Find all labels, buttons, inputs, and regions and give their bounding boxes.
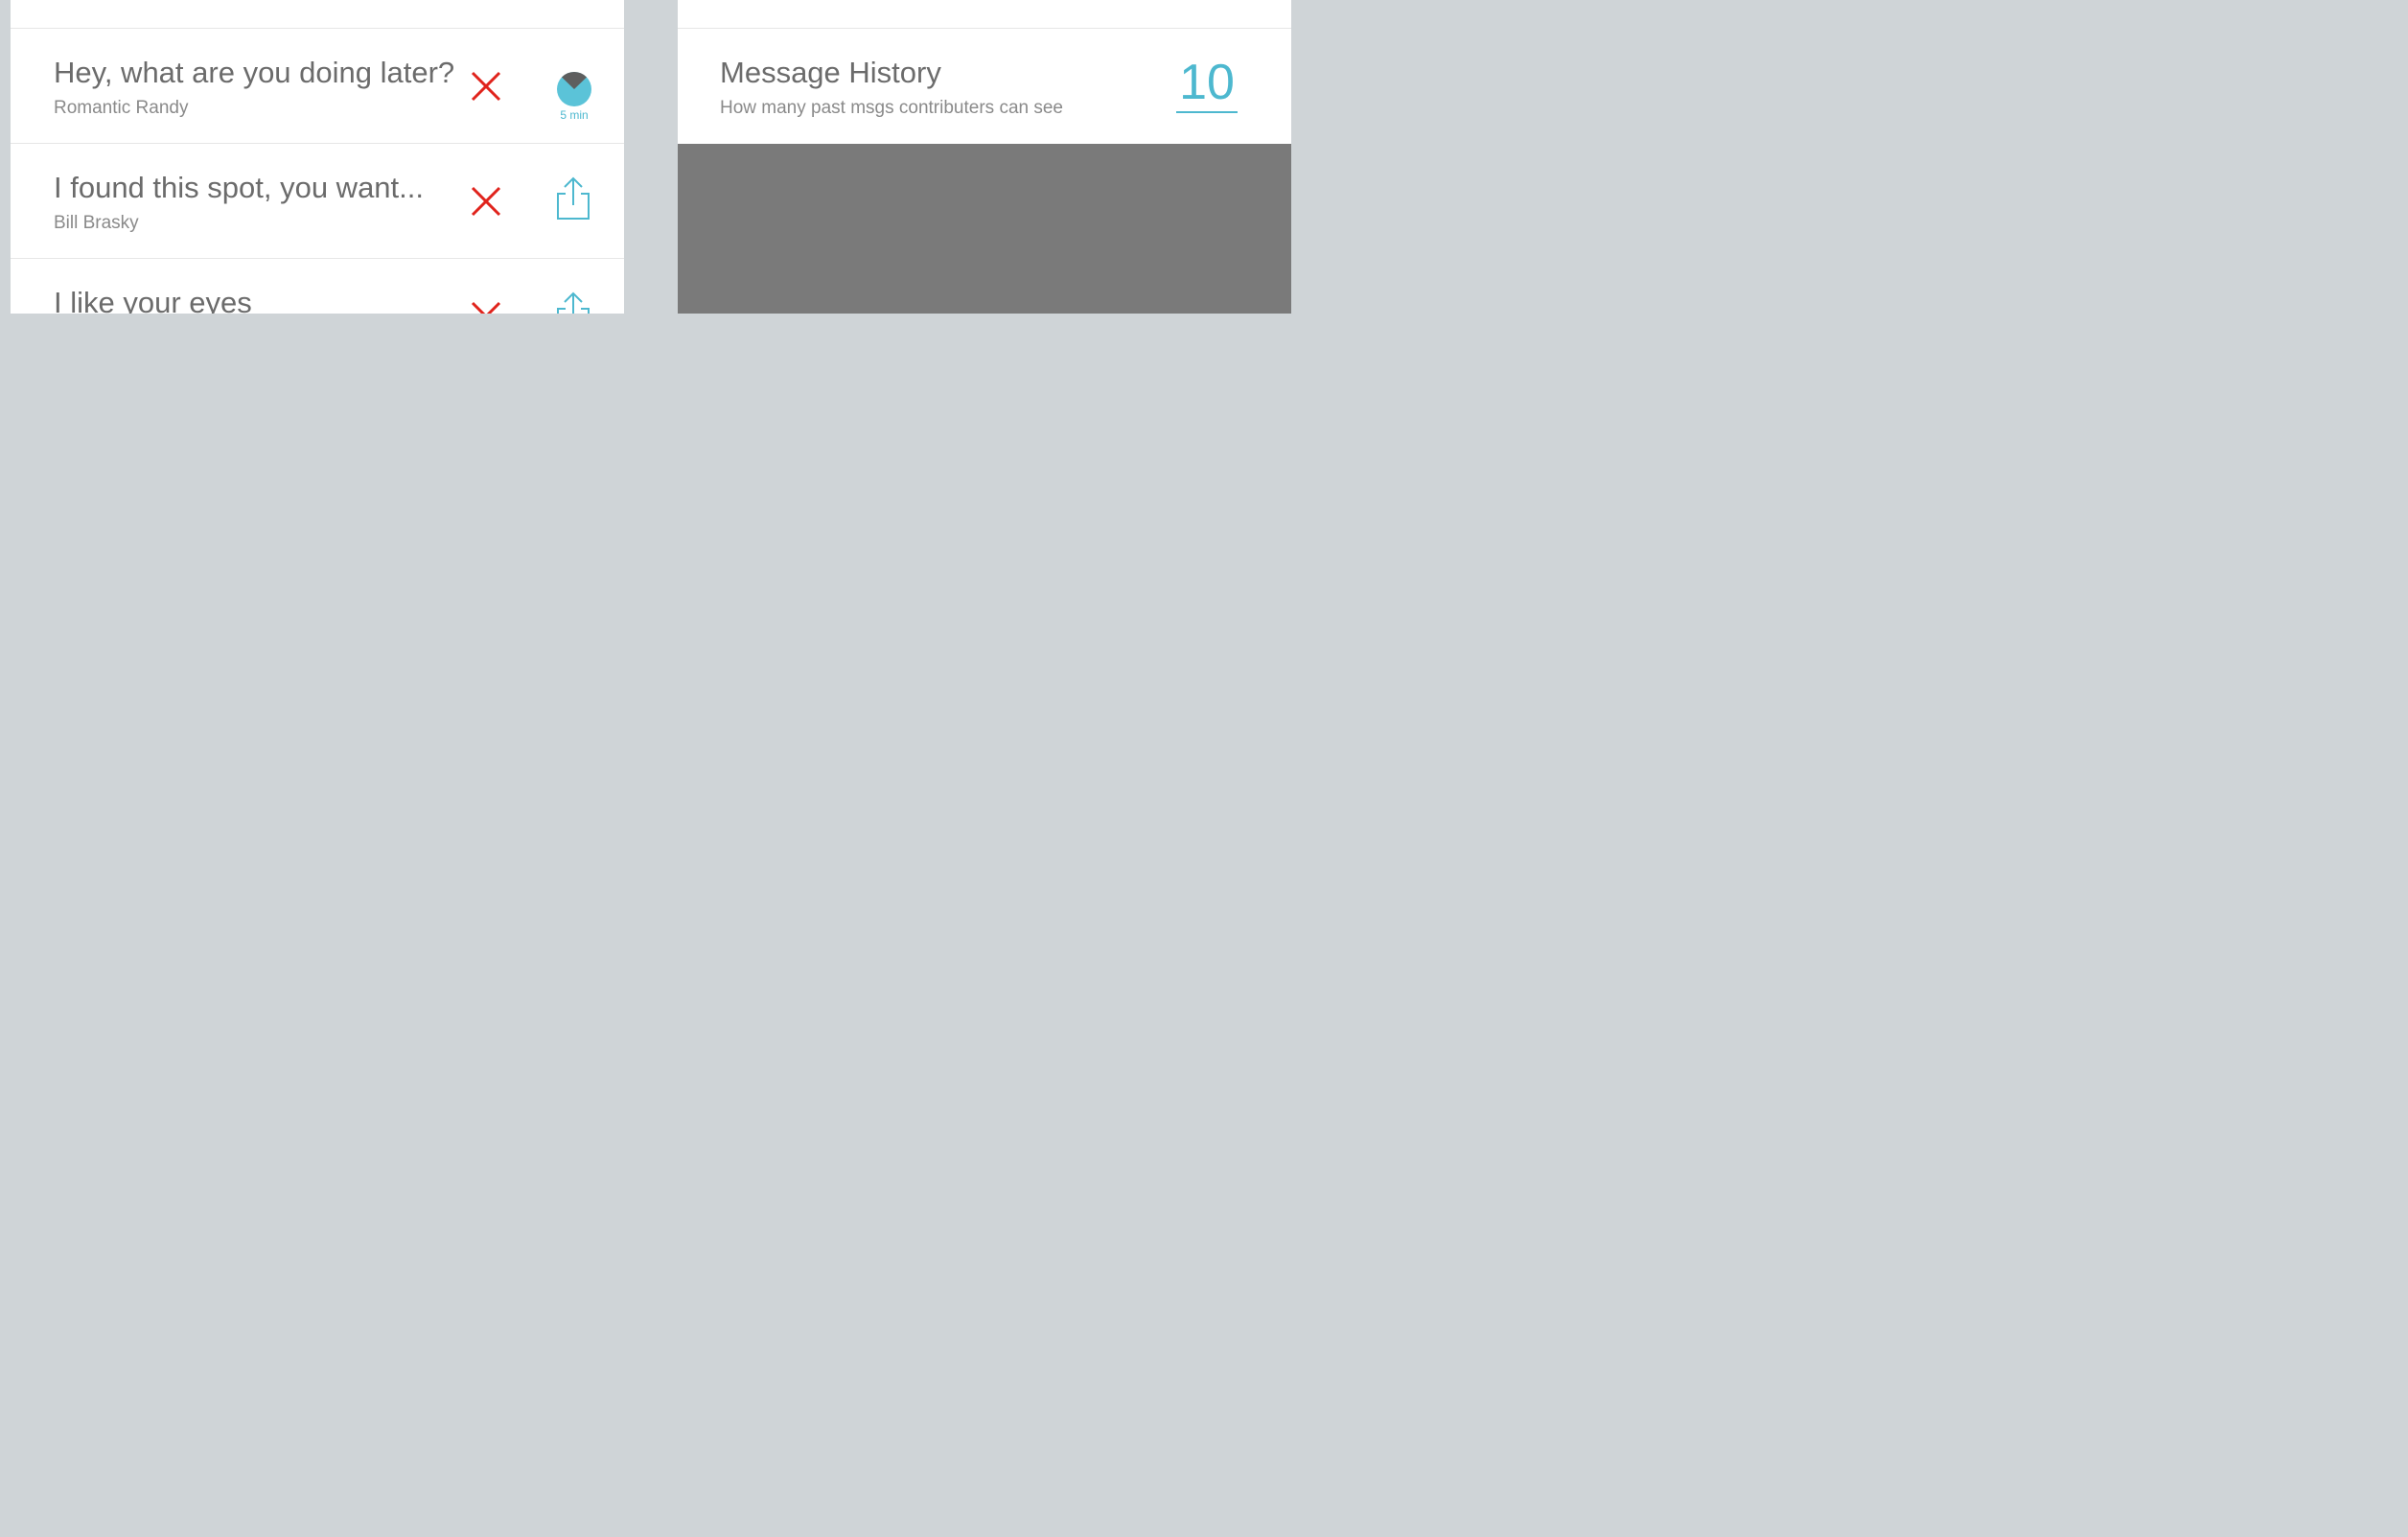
timer-label: 5 min	[560, 108, 589, 122]
message-sender: Bill Brasky	[54, 213, 139, 233]
share-icon	[557, 176, 590, 220]
message-title: I like your eyes	[54, 286, 252, 314]
list-item[interactable]: I like your eyes	[11, 258, 624, 314]
share-button[interactable]	[552, 176, 594, 222]
close-icon	[471, 71, 501, 102]
close-icon	[471, 301, 501, 314]
message-history-setting: Message History How many past msgs contr…	[678, 28, 1291, 144]
message-list-panel: Hey, what are you doing later? Romantic …	[11, 0, 624, 314]
setting-title: Message History	[720, 56, 941, 89]
timer-button[interactable]: 5 min	[547, 71, 601, 128]
settings-panel: Message History How many past msgs contr…	[678, 0, 1291, 314]
dimmed-overlay	[678, 144, 1291, 314]
timer-icon	[557, 71, 591, 106]
close-icon	[471, 186, 501, 217]
list-item[interactable]: I found this spot, you want... Bill Bras…	[11, 143, 624, 258]
message-history-input[interactable]: 10	[1176, 54, 1238, 113]
share-button[interactable]	[552, 291, 594, 314]
delete-button[interactable]	[467, 297, 505, 314]
list-item[interactable]: Hey, what are you doing later? Romantic …	[11, 28, 624, 143]
share-icon	[557, 291, 590, 314]
message-title: Hey, what are you doing later?	[54, 56, 455, 89]
delete-button[interactable]	[467, 182, 505, 221]
message-title: I found this spot, you want...	[54, 171, 425, 204]
setting-description: How many past msgs contributers can see	[720, 98, 1063, 118]
message-sender: Romantic Randy	[54, 98, 189, 118]
delete-button[interactable]	[467, 67, 505, 105]
